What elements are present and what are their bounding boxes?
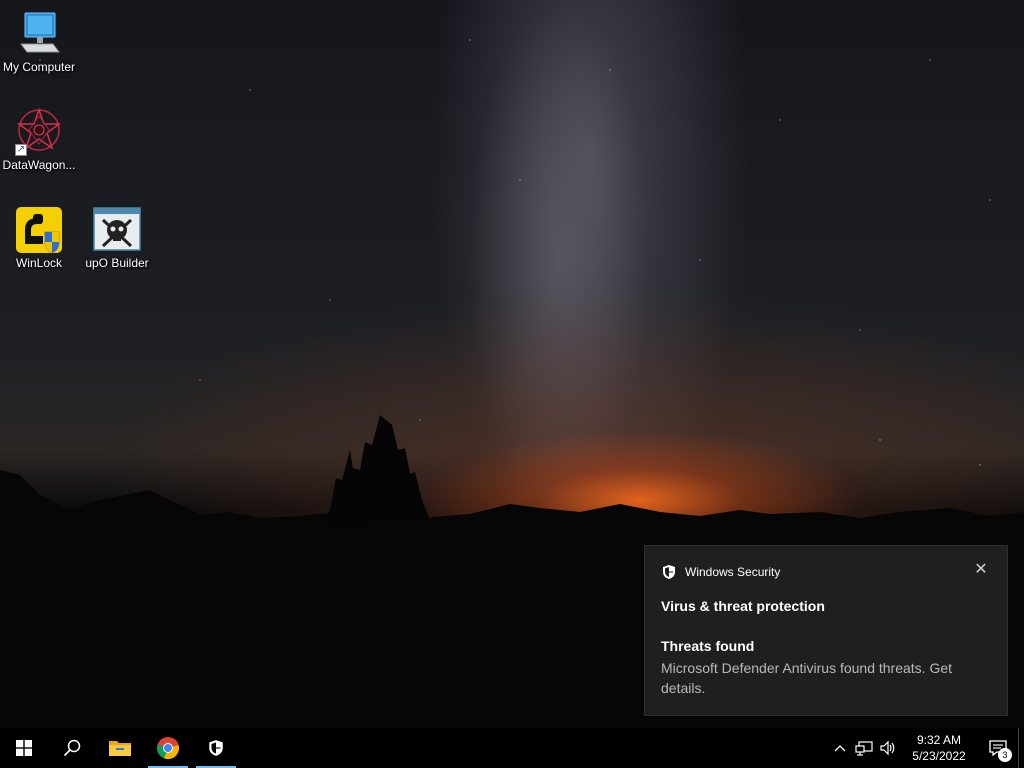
desktop-icon-label: My Computer (2, 60, 76, 74)
volume-icon[interactable] (876, 728, 900, 768)
desktop-icon-label: DataWagon... (2, 158, 76, 172)
toast-subtitle: Threats found (661, 638, 755, 654)
toast-body: Microsoft Defender Antivirus found threa… (661, 660, 953, 696)
system-tray: 9:32 AM 5/23/2022 3 (828, 728, 1024, 768)
folder-icon (109, 741, 131, 756)
shortcut-arrow-icon: ↗ (15, 144, 27, 156)
start-button[interactable] (0, 728, 48, 768)
desktop-icon-label: upO Builder (85, 256, 149, 270)
taskbar: 9:32 AM 5/23/2022 3 (0, 728, 1024, 768)
file-explorer-button[interactable] (96, 728, 144, 768)
close-icon[interactable]: ✕ (971, 560, 991, 580)
notification-count-badge: 3 (998, 748, 1012, 762)
network-icon[interactable] (852, 728, 876, 768)
shield-icon (209, 740, 223, 756)
chrome-button[interactable] (144, 728, 192, 768)
star-emblem-icon: ↗ (15, 107, 63, 156)
shield-icon (663, 565, 675, 579)
toast-header: Windows Security (661, 564, 780, 580)
computer-icon (15, 10, 63, 58)
skull-crossbones-icon (93, 206, 141, 254)
toast-title: Virus & threat protection (661, 598, 825, 614)
clock-time: 9:32 AM (916, 733, 962, 747)
desktop-icon-datawagon[interactable]: ↗ DataWagon... (0, 107, 78, 173)
search-button[interactable] (48, 728, 96, 768)
windows-logo-icon (16, 740, 32, 756)
clock-date: 5/23/2022 (912, 749, 966, 763)
search-icon (63, 739, 81, 757)
desktop-icon-my-computer[interactable]: My Computer (0, 10, 78, 75)
toast-app-name: Windows Security (685, 565, 781, 579)
desktop-icon-winlock[interactable]: WinLock (0, 206, 78, 271)
taskbar-clock[interactable]: 9:32 AM 5/23/2022 (900, 732, 978, 764)
desktop-icon-upo-builder[interactable]: upO Builder (78, 206, 156, 271)
action-center-button[interactable]: 3 (978, 728, 1018, 768)
chevron-up-icon[interactable] (828, 728, 852, 768)
winlock-icon (15, 206, 63, 254)
windows-security-toast[interactable]: Windows Security ✕ Virus & threat protec… (644, 545, 1008, 716)
windows-security-button[interactable] (192, 728, 240, 768)
desktop-icon-label: WinLock (15, 256, 62, 270)
show-desktop-button[interactable] (1018, 728, 1024, 768)
chrome-icon (157, 737, 180, 760)
